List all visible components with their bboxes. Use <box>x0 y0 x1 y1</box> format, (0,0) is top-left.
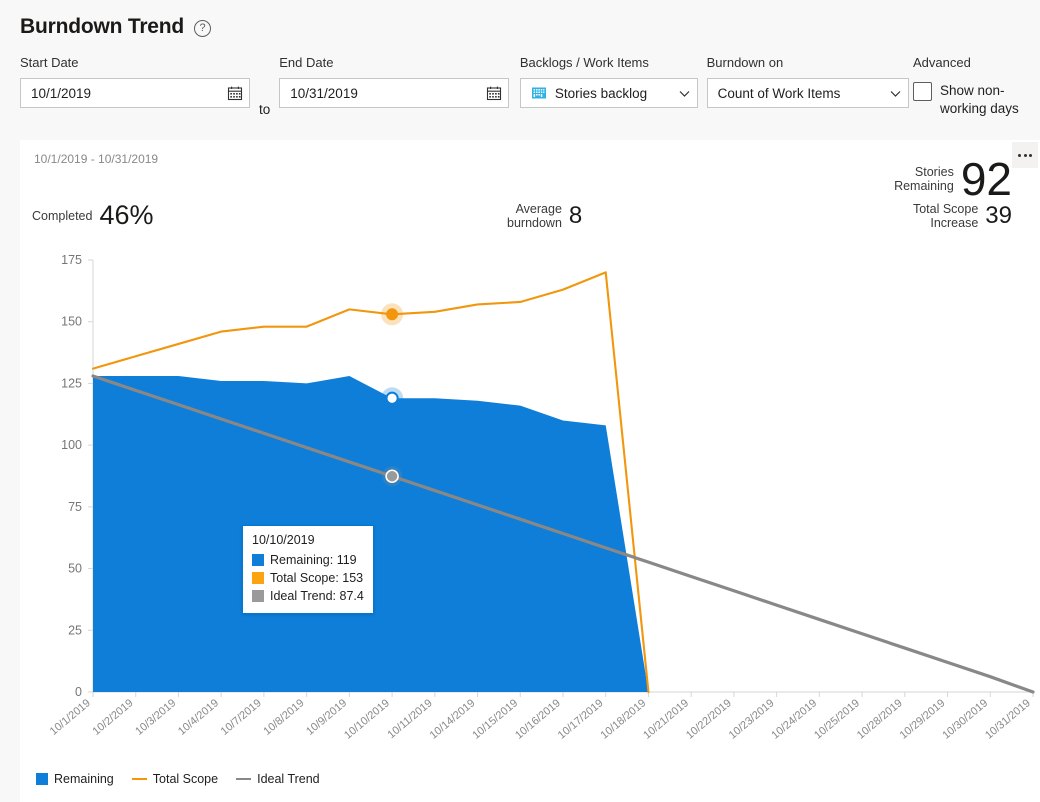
end-date-input[interactable]: 10/31/2019 <box>279 78 510 108</box>
burndown-chart-card: 10/1/2019 - 10/31/2019 Stories Remaining… <box>20 140 1040 802</box>
svg-text:50: 50 <box>68 562 82 576</box>
stat-completed-label: Completed <box>32 208 93 223</box>
chart-legend: Remaining Total Scope Ideal Trend <box>36 772 329 786</box>
stat-stories-remaining-value: 92 <box>960 153 1012 205</box>
svg-text:10/7/2019: 10/7/2019 <box>219 697 264 738</box>
stat-total-scope-increase-value: 39 <box>985 202 1012 229</box>
chevron-down-icon[interactable] <box>678 87 691 100</box>
tooltip-remaining: Remaining: 119 <box>270 553 357 567</box>
svg-text:175: 175 <box>61 253 82 267</box>
end-date-field: End Date 10/31/2019 <box>279 55 510 108</box>
svg-text:10/2/2019: 10/2/2019 <box>90 697 135 738</box>
tooltip-ideal-trend: Ideal Trend: 87.4 <box>270 589 364 603</box>
svg-text:10/24/2019: 10/24/2019 <box>769 697 819 742</box>
calendar-icon[interactable] <box>486 85 502 101</box>
svg-text:10/14/2019: 10/14/2019 <box>428 697 478 742</box>
page-title: Burndown Trend <box>20 15 185 38</box>
svg-text:10/8/2019: 10/8/2019 <box>261 697 306 738</box>
start-date-input[interactable]: 10/1/2019 <box>20 78 250 108</box>
tooltip-row: Remaining: 119 <box>252 551 364 569</box>
end-date-label: End Date <box>279 55 334 70</box>
svg-text:10/11/2019: 10/11/2019 <box>385 697 434 741</box>
chevron-down-icon[interactable] <box>889 87 902 100</box>
legend-item-total-scope[interactable]: Total Scope <box>131 772 219 786</box>
tooltip-row: Ideal Trend: 87.4 <box>252 587 364 605</box>
stat-average-burndown: Average burndown 8 <box>507 202 582 230</box>
tooltip-row: Total Scope: 153 <box>252 569 364 587</box>
svg-text:75: 75 <box>68 500 82 514</box>
stat-completed: Completed 46% <box>32 202 154 229</box>
backlog-field: Backlogs / Work Items Stories backlog <box>519 55 698 108</box>
svg-text:125: 125 <box>61 376 82 390</box>
legend-label-total-scope: Total Scope <box>152 772 219 786</box>
page-header: Burndown Trend ? <box>0 0 1040 44</box>
svg-text:100: 100 <box>61 438 82 452</box>
stat-average-burndown-value: 8 <box>568 202 583 229</box>
svg-text:10/18/2019: 10/18/2019 <box>598 697 648 742</box>
legend-swatch-remaining <box>36 773 48 785</box>
svg-text:10/16/2019: 10/16/2019 <box>513 697 563 742</box>
svg-text:10/29/2019: 10/29/2019 <box>898 697 948 742</box>
legend-item-remaining[interactable]: Remaining <box>36 772 114 786</box>
card-date-range: 10/1/2019 - 10/31/2019 <box>34 152 159 166</box>
svg-text:25: 25 <box>68 623 82 637</box>
filter-toolbar: Start Date 10/1/2019 to End Date 10/31/2… <box>0 44 1040 124</box>
end-date-value: 10/31/2019 <box>290 85 358 101</box>
svg-text:0: 0 <box>75 685 82 699</box>
advanced-field: Advanced Show non-working days <box>913 55 1040 116</box>
date-range-separator: to <box>259 102 271 117</box>
legend-label-remaining: Remaining <box>54 772 114 786</box>
svg-text:10/21/2019: 10/21/2019 <box>641 697 691 742</box>
legend-swatch-total-scope <box>131 777 147 781</box>
svg-text:10/31/2019: 10/31/2019 <box>983 697 1033 742</box>
svg-text:150: 150 <box>61 315 82 329</box>
svg-text:10/28/2019: 10/28/2019 <box>855 697 905 742</box>
legend-swatch-ideal-trend <box>236 777 252 781</box>
calendar-icon[interactable] <box>227 85 243 101</box>
start-date-label: Start Date <box>20 55 79 70</box>
legend-item-ideal-trend[interactable]: Ideal Trend <box>236 772 320 786</box>
svg-text:10/25/2019: 10/25/2019 <box>812 697 862 742</box>
svg-text:10/4/2019: 10/4/2019 <box>176 697 221 738</box>
burndown-on-field: Burndown on Count of Work Items <box>706 55 909 108</box>
svg-text:10/30/2019: 10/30/2019 <box>940 697 990 742</box>
backlog-value: Stories backlog <box>554 85 648 101</box>
backlog-dropdown[interactable]: Stories backlog <box>519 78 698 108</box>
stat-stories-remaining: Stories Remaining 92 <box>894 156 1012 202</box>
show-non-working-days-checkbox[interactable] <box>913 82 932 101</box>
burndown-on-value: Count of Work Items <box>717 85 841 101</box>
advanced-label: Advanced <box>913 55 971 70</box>
burndown-on-dropdown[interactable]: Count of Work Items <box>706 78 909 108</box>
svg-text:10/3/2019: 10/3/2019 <box>133 697 178 738</box>
legend-label-ideal-trend: Ideal Trend <box>257 772 320 786</box>
tooltip-date: 10/10/2019 <box>252 533 315 547</box>
stat-stories-remaining-label: Stories Remaining <box>894 165 954 193</box>
backlog-label: Backlogs / Work Items <box>519 55 649 70</box>
stat-average-burndown-label: Average burndown <box>507 202 562 230</box>
help-circle-icon[interactable]: ? <box>194 20 212 37</box>
svg-text:10/17/2019: 10/17/2019 <box>556 697 606 742</box>
svg-text:10/23/2019: 10/23/2019 <box>727 697 777 742</box>
start-date-value: 10/1/2019 <box>31 85 92 101</box>
svg-text:10/15/2019: 10/15/2019 <box>470 697 520 742</box>
burndown-chart-svg[interactable]: 025507510012515017510/1/201910/2/201910/… <box>20 240 1040 802</box>
chart-tooltip: 10/10/2019 Remaining: 119 Total Scope: 1… <box>242 525 374 614</box>
burndown-chart[interactable]: 0 25 50 75 100 125 150 175 10/1/2019 10/2/2019 10/… <box>20 240 1040 802</box>
start-date-field: Start Date 10/1/2019 <box>20 55 250 108</box>
stat-total-scope-increase: Total Scope Increase 39 <box>913 202 1012 230</box>
show-non-working-days-label: Show non-working days <box>940 83 1019 116</box>
tooltip-swatch-ideal-trend <box>252 590 264 602</box>
burndown-on-label: Burndown on <box>706 55 784 70</box>
svg-text:10/22/2019: 10/22/2019 <box>684 697 734 742</box>
svg-text:10/10/2019: 10/10/2019 <box>342 697 392 742</box>
svg-text:10/1/2019: 10/1/2019 <box>48 697 93 738</box>
tooltip-swatch-total-scope <box>252 572 264 584</box>
stat-total-scope-increase-label: Total Scope Increase <box>912 202 979 230</box>
backlog-grid-icon <box>531 86 547 100</box>
more-options-icon[interactable] <box>1012 142 1038 168</box>
tooltip-swatch-remaining <box>252 554 264 566</box>
tooltip-total-scope: Total Scope: 153 <box>270 571 364 585</box>
stat-completed-value: 46% <box>99 200 154 230</box>
